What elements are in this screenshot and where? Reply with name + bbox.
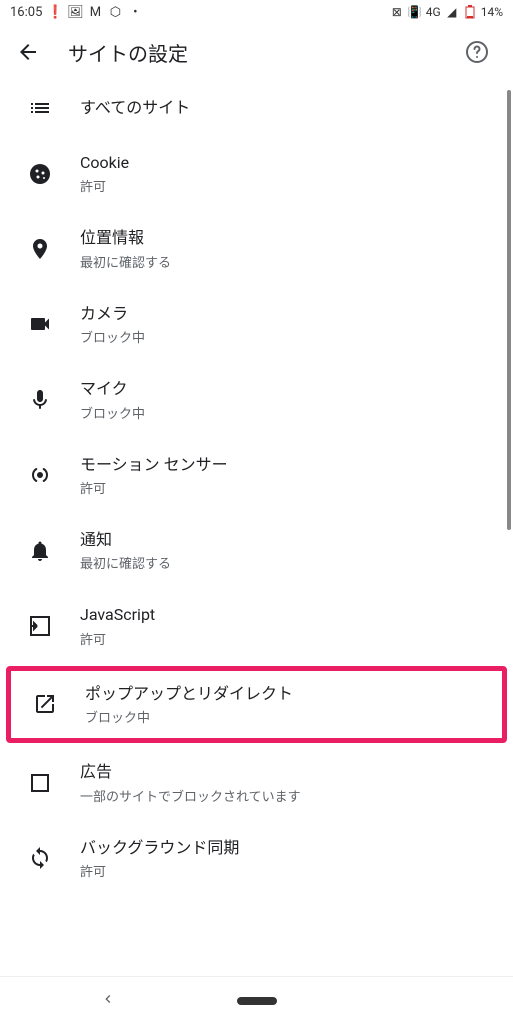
list-icon [20, 96, 60, 120]
status-battery: 14% [481, 5, 503, 19]
help-icon [465, 40, 489, 64]
status-right: ⊠ 📳 4G ◢ 14% [390, 5, 503, 19]
setting-title: モーション センサー [80, 454, 228, 476]
setting-title: すべてのサイト [80, 97, 190, 119]
setting-title: ポップアップとリダイレクト [85, 683, 293, 705]
setting-item-background-sync[interactable]: バックグラウンド同期 許可 [0, 821, 513, 896]
setting-item-notifications[interactable]: 通知 最初に確認する [0, 513, 513, 588]
nav-back-button[interactable] [100, 991, 116, 1011]
setting-item-all-sites[interactable]: すべてのサイト [0, 80, 513, 136]
setting-item-camera[interactable]: カメラ ブロック中 [0, 287, 513, 362]
chevron-left-icon [100, 991, 116, 1007]
setting-title: 通知 [80, 529, 171, 551]
cookie-icon [20, 162, 60, 186]
page-title: サイトの設定 [68, 38, 457, 67]
setting-subtitle: 最初に確認する [80, 252, 171, 271]
battery-icon [463, 5, 477, 19]
app-bar: サイトの設定 [0, 24, 513, 80]
setting-title: マイク [80, 378, 145, 400]
nfc-icon: ⊠ [390, 5, 404, 19]
setting-title: JavaScript [80, 604, 155, 626]
back-button[interactable] [8, 32, 48, 72]
image-icon: 🖼 [68, 5, 82, 19]
motion-icon [20, 463, 60, 487]
mail-icon: M [88, 5, 102, 19]
network-icon: ⬡ [108, 5, 122, 19]
mic-icon [20, 388, 60, 412]
back-arrow-icon [16, 40, 40, 64]
setting-title: 位置情報 [80, 227, 171, 249]
nav-home-pill[interactable] [237, 997, 277, 1005]
dot-icon: • [128, 5, 142, 19]
setting-subtitle: ブロック中 [80, 327, 145, 346]
javascript-icon [20, 614, 60, 638]
settings-list[interactable]: すべてのサイト Cookie 許可 位置情報 最初に確認する カメラ ブロック中 [0, 80, 513, 976]
navigation-bar [0, 976, 513, 1024]
setting-title: Cookie [80, 152, 129, 174]
setting-subtitle: 許可 [80, 176, 129, 195]
scrollbar[interactable] [507, 90, 511, 530]
setting-item-mic[interactable]: マイク ブロック中 [0, 362, 513, 437]
sync-icon [20, 846, 60, 870]
setting-subtitle: ブロック中 [80, 403, 145, 422]
setting-subtitle: 一部のサイトでブロックされています [80, 786, 301, 805]
signal-icon: ◢ [445, 5, 459, 19]
setting-subtitle: 最初に確認する [80, 553, 171, 572]
setting-subtitle: ブロック中 [85, 707, 293, 726]
status-bar: 16:05 ❗ 🖼 M ⬡ • ⊠ 📳 4G ◢ 14% [0, 0, 513, 24]
setting-subtitle: 許可 [80, 861, 239, 880]
setting-subtitle: 許可 [80, 629, 155, 648]
setting-title: バックグラウンド同期 [80, 837, 239, 859]
camera-icon [20, 312, 60, 336]
setting-item-location[interactable]: 位置情報 最初に確認する [0, 211, 513, 286]
status-time: 16:05 [10, 5, 42, 20]
setting-item-motion[interactable]: モーション センサー 許可 [0, 438, 513, 513]
bell-icon [20, 539, 60, 563]
status-left: 16:05 ❗ 🖼 M ⬡ • [10, 5, 142, 20]
setting-item-ads[interactable]: 広告 一部のサイトでブロックされています [0, 745, 513, 820]
vibrate-icon: 📳 [408, 5, 422, 19]
popup-icon [25, 692, 65, 716]
setting-subtitle: 許可 [80, 478, 228, 497]
setting-title: カメラ [80, 303, 145, 325]
alert-icon: ❗ [48, 5, 62, 19]
setting-item-javascript[interactable]: JavaScript 許可 [0, 588, 513, 663]
setting-item-popups[interactable]: ポップアップとリダイレクト ブロック中 [6, 666, 507, 743]
setting-item-cookie[interactable]: Cookie 許可 [0, 136, 513, 211]
status-network: 4G [426, 5, 441, 19]
help-button[interactable] [457, 32, 497, 72]
location-icon [20, 237, 60, 261]
square-icon [20, 771, 60, 795]
setting-title: 広告 [80, 761, 301, 783]
